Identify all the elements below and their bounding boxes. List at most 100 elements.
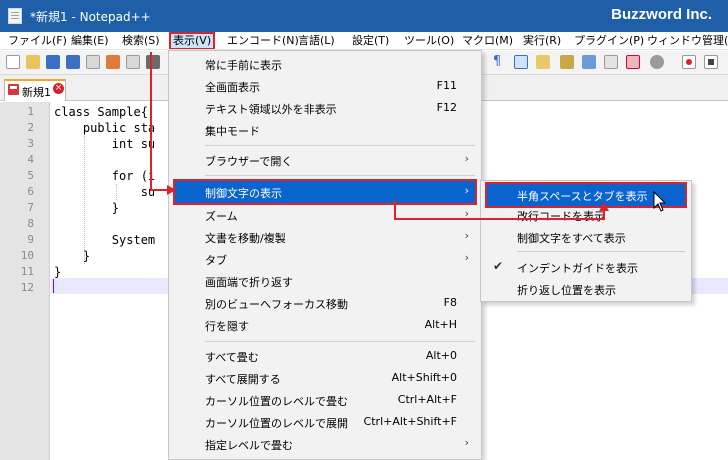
user-lang-icon[interactable] <box>560 55 574 69</box>
menu-file[interactable]: ファイル(F) <box>6 33 69 49</box>
menu-item-shortcut: F12 <box>436 101 457 114</box>
menu-item-shortcut: Alt+H <box>424 318 457 331</box>
menu-item-distraction-free[interactable]: テキスト領域以外を非表示 F12 <box>169 97 481 119</box>
menu-item-open-in-browser[interactable]: ブラウザーで開く › <box>169 149 481 171</box>
line-number-gutter: 1 2 3 4 5 6 7 8 9 10 11 12 <box>0 102 50 460</box>
record-macro-icon[interactable] <box>682 55 696 69</box>
notepad-app-icon <box>8 8 22 24</box>
menu-item-label: 常に手前に表示 <box>205 59 282 72</box>
menu-item-label: すべて畳む <box>205 351 259 364</box>
line-number: 1 <box>27 105 34 118</box>
code-line: su <box>54 185 156 199</box>
tab-close-icon[interactable]: × <box>53 83 64 94</box>
menu-item-shortcut: F11 <box>436 79 457 92</box>
monitoring-icon[interactable] <box>650 55 664 69</box>
close-file-2-icon[interactable] <box>126 55 140 69</box>
menu-item-word-wrap[interactable]: 画面端で折り返す <box>169 270 481 292</box>
tab-new1[interactable]: 新規1 × <box>4 79 66 101</box>
text-caret <box>53 279 54 293</box>
code-line: public sta <box>54 121 156 135</box>
line-number: 5 <box>27 169 34 182</box>
function-list-icon[interactable] <box>604 55 618 69</box>
open-file-icon[interactable] <box>26 55 40 69</box>
menu-run[interactable]: 実行(R) <box>521 33 563 49</box>
code-line: } <box>54 265 62 279</box>
menu-item-hide-lines[interactable]: 行を隠す Alt+H <box>169 314 481 336</box>
submenu-item-label: インデントガイドを表示 <box>517 262 638 275</box>
submenu-item-label: 改行コードを表示 <box>517 210 605 223</box>
menu-item-fold-all[interactable]: すべて畳む Alt+0 <box>169 345 481 367</box>
menu-view[interactable]: 表示(V) <box>169 32 216 49</box>
menu-item-shortcut: Ctrl+Alt+F <box>397 393 457 406</box>
line-number: 7 <box>27 201 34 214</box>
menu-tools[interactable]: ツール(O) <box>402 33 456 49</box>
menu-edit[interactable]: 編集(E) <box>69 33 111 49</box>
menu-item-unfold-current-level[interactable]: カーソル位置のレベルで展開 Ctrl+Alt+Shift+F <box>169 411 481 433</box>
menu-item-focus-mode[interactable]: 集中モード <box>169 119 481 141</box>
code-line: System <box>54 233 156 247</box>
line-number: 9 <box>27 233 34 246</box>
tab-label: 新規1 <box>22 86 51 99</box>
submenu-arrow-icon: › <box>464 152 469 165</box>
pilcrow-icon[interactable]: ¶ <box>490 55 504 69</box>
print-icon[interactable] <box>146 55 160 69</box>
submenu-arrow-icon: › <box>464 436 469 449</box>
checkmark-icon: ✔ <box>493 259 504 273</box>
menu-item-tab[interactable]: タブ › <box>169 248 481 270</box>
line-number: 12 <box>20 281 34 294</box>
line-number: 6 <box>27 185 34 198</box>
menu-item-label: 集中モード <box>205 125 260 138</box>
save-all-icon[interactable] <box>66 55 80 69</box>
code-line: for (i <box>54 169 156 183</box>
menu-search[interactable]: 検索(S) <box>120 33 162 49</box>
submenu-arrow-icon: › <box>464 229 469 242</box>
submenu-arrow-icon: › <box>464 207 469 220</box>
menu-item-label: 指定レベルで畳む <box>205 439 293 452</box>
menu-settings[interactable]: 設定(T) <box>350 33 391 49</box>
view-menu-dropdown: 常に手前に表示 全画面表示 F11 テキスト領域以外を非表示 F12 集中モード… <box>168 50 482 460</box>
word-wrap-icon[interactable] <box>536 55 550 69</box>
menu-item-label: すべて展開する <box>205 373 281 386</box>
save-icon[interactable] <box>46 55 60 69</box>
menu-item-focus-other-view[interactable]: 別のビューへフォーカス移動 F8 <box>169 292 481 314</box>
menu-encoding[interactable]: エンコード(N) <box>225 33 301 49</box>
menu-item-label: 画面端で折り返す <box>205 276 293 289</box>
close-file-icon[interactable] <box>86 55 100 69</box>
submenu-item-show-all-characters[interactable]: 制御文字をすべて表示 <box>481 226 691 248</box>
menu-item-move-clone-document[interactable]: 文書を移動/複製 › <box>169 226 481 248</box>
menu-item-unfold-all[interactable]: すべて展開する Alt+Shift+0 <box>169 367 481 389</box>
submenu-item-show-wrap-symbol[interactable]: 折り返し位置を表示 <box>481 278 691 300</box>
indent-guide-icon[interactable] <box>514 55 528 69</box>
line-number: 10 <box>20 249 34 262</box>
menu-window[interactable]: ウィンドウ管理(W) <box>645 33 728 49</box>
code-line: class Sample{ <box>54 105 148 119</box>
menu-item-zoom[interactable]: ズーム › <box>169 204 481 226</box>
submenu-item-show-indent-guide[interactable]: ✔ インデントガイドを表示 <box>481 256 691 278</box>
menu-separator <box>205 341 475 342</box>
code-line: } <box>54 201 120 215</box>
stop-macro-icon[interactable] <box>704 55 718 69</box>
menu-macro[interactable]: マクロ(M) <box>460 33 515 49</box>
submenu-item-label: 折り返し位置を表示 <box>517 284 616 297</box>
line-number: 2 <box>27 121 34 134</box>
menu-item-shortcut: Alt+0 <box>425 349 457 362</box>
code-line: int su <box>54 137 156 151</box>
menu-item-label: 行を隠す <box>205 320 249 333</box>
mouse-cursor-icon <box>653 191 667 212</box>
menu-item-label: テキスト領域以外を非表示 <box>205 103 337 116</box>
doc-map-icon[interactable] <box>582 55 596 69</box>
menu-item-full-screen[interactable]: 全画面表示 F11 <box>169 75 481 97</box>
menu-plugins[interactable]: プラグイン(P) <box>572 33 646 49</box>
line-number: 11 <box>20 265 34 278</box>
close-all-icon[interactable] <box>106 55 120 69</box>
menu-item-always-on-top[interactable]: 常に手前に表示 <box>169 53 481 75</box>
submenu-item-label: 半角スペースとタブを表示 <box>517 190 648 203</box>
menu-item-fold-current-level[interactable]: カーソル位置のレベルで畳む Ctrl+Alt+F <box>169 389 481 411</box>
menu-item-show-symbol[interactable]: 制御文字の表示 › <box>173 179 477 205</box>
menu-item-fold-level[interactable]: 指定レベルで畳む › <box>169 433 481 455</box>
new-file-icon[interactable] <box>6 55 20 69</box>
menu-language[interactable]: 言語(L) <box>296 33 337 49</box>
line-number: 3 <box>27 137 34 150</box>
menu-item-label: 別のビューへフォーカス移動 <box>205 298 348 311</box>
folder-workspace-icon[interactable] <box>626 55 640 69</box>
